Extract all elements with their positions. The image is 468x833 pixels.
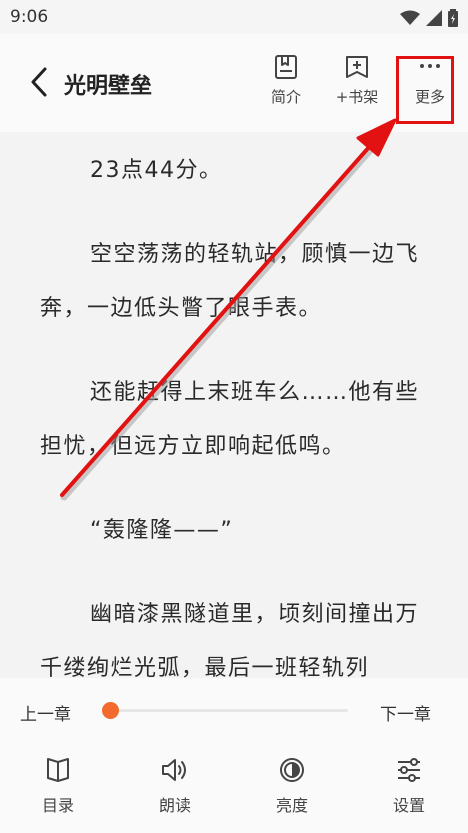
add-to-shelf-button[interactable]: +书架 — [327, 54, 387, 118]
chapter-progress-thumb[interactable] — [102, 702, 119, 719]
battery-icon — [448, 9, 458, 27]
wifi-icon — [400, 10, 420, 25]
intro-button[interactable]: 简介 — [256, 54, 316, 118]
speaker-icon — [162, 759, 186, 781]
book-title: 光明壁垒 — [64, 74, 153, 99]
reader-bottom-bar: 上一章 下一章 目录 朗读 亮度 设置 — [0, 678, 468, 833]
read-aloud-button[interactable]: 朗读 — [135, 756, 215, 816]
settings-label: 设置 — [392, 796, 425, 815]
toc-button[interactable]: 目录 — [18, 756, 98, 816]
sliders-icon — [398, 758, 420, 782]
paragraph: 23点44分。 — [90, 158, 223, 183]
status-icons — [400, 9, 458, 27]
status-time: 9:06 — [10, 7, 49, 27]
brightness-icon — [280, 758, 304, 782]
next-chapter-button[interactable]: 下一章 — [380, 700, 431, 725]
book-open-icon — [47, 758, 69, 782]
prev-chapter-button[interactable]: 上一章 — [20, 700, 71, 725]
paragraph: “轰隆隆——” — [90, 518, 234, 543]
toc-label: 目录 — [41, 796, 74, 815]
annotation-highlight-box — [396, 56, 454, 124]
settings-button[interactable]: 设置 — [369, 756, 449, 816]
signal-icon — [426, 10, 442, 26]
chapter-progress-track[interactable] — [104, 709, 348, 712]
status-bar: 9:06 — [0, 0, 468, 34]
intro-label: 简介 — [270, 88, 301, 106]
add-to-shelf-label: +书架 — [335, 88, 379, 106]
bookmark-add-icon — [346, 56, 368, 78]
read-aloud-label: 朗读 — [158, 796, 191, 815]
brightness-label: 亮度 — [275, 796, 308, 815]
chevron-left-icon — [31, 67, 47, 97]
brightness-button[interactable]: 亮度 — [252, 756, 332, 816]
book-intro-icon — [275, 55, 297, 79]
paragraph: 幽暗漆黑隧道里，顷刻间撞出万千缕绚烂光弧，最后一班轻轨列 — [40, 602, 420, 678]
paragraph: 还能赶得上末班车么……他有些担忧，但远方立即响起低鸣。 — [40, 380, 420, 459]
paragraph: 空空荡荡的轻轨站，顾慎一边飞奔，一边低头瞥了眼手表。 — [40, 242, 420, 321]
chapter-content: 23点44分。 空空荡荡的轻轨站，顾慎一边飞奔，一边低头瞥了眼手表。 还能赶得上… — [40, 132, 440, 678]
back-button[interactable] — [28, 66, 52, 98]
